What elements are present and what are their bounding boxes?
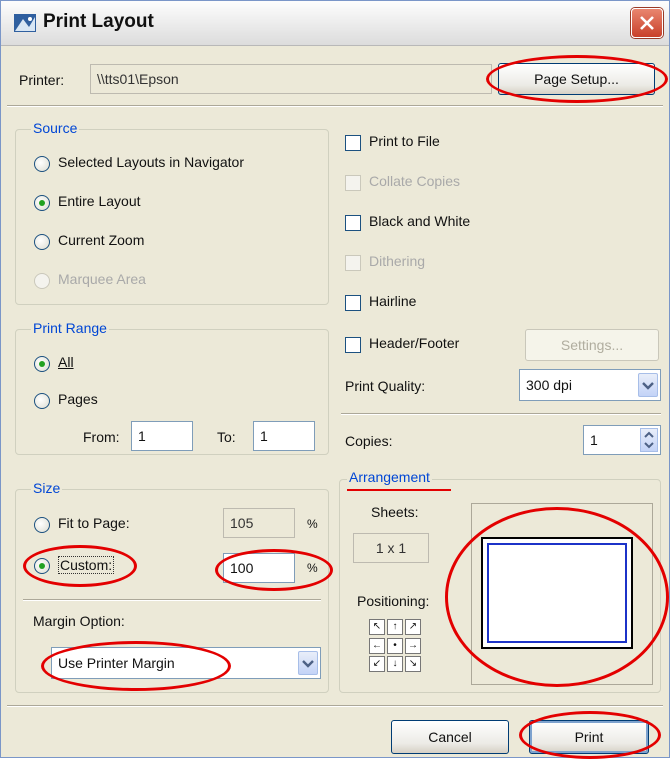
custom-percent-sign: % <box>307 561 318 575</box>
source-legend: Source <box>31 120 80 136</box>
print-range-legend: Print Range <box>31 320 109 336</box>
header-footer-label: Header/Footer <box>369 335 460 351</box>
hairline-label: Hairline <box>369 293 417 309</box>
fit-to-page-value-field: 105 <box>223 508 295 538</box>
margin-option-value: Use Printer Margin <box>58 655 175 671</box>
print-button[interactable]: Print <box>529 720 649 754</box>
radio-fit-to-page[interactable] <box>34 517 50 533</box>
copies-spin-buttons[interactable] <box>640 428 658 452</box>
arrangement-annotation-underline <box>347 489 451 491</box>
sheets-label: Sheets: <box>371 504 419 520</box>
size-legend: Size <box>31 480 63 496</box>
custom-size-label: Custom: <box>58 556 115 574</box>
position-left-button[interactable]: ← <box>369 637 385 654</box>
from-page-input[interactable]: 1 <box>131 421 193 451</box>
source-option-marquee-area: Marquee Area <box>58 271 146 287</box>
to-page-value: 1 <box>260 428 268 444</box>
spin-up-down-icon <box>644 431 654 449</box>
print-quality-select[interactable]: 300 dpi <box>519 369 661 401</box>
settings-button[interactable]: Settings... <box>525 329 659 361</box>
from-label: From: <box>83 429 120 445</box>
copies-label: Copies: <box>345 433 393 449</box>
cancel-button[interactable]: Cancel <box>391 720 509 754</box>
radio-page-range[interactable] <box>34 393 50 409</box>
source-option-selected-layouts: Selected Layouts in Navigator <box>58 154 244 170</box>
from-page-value: 1 <box>138 428 146 444</box>
fit-to-page-label: Fit to Page: <box>58 515 130 531</box>
arrangement-legend: Arrangement <box>347 469 432 485</box>
sheets-value: 1 x 1 <box>375 540 407 556</box>
close-button[interactable] <box>631 8 663 38</box>
position-bottom-button[interactable]: ↓ <box>387 656 403 673</box>
print-quality-value: 300 dpi <box>526 377 572 393</box>
fit-percent-sign: % <box>307 517 318 531</box>
print-to-file-label: Print to File <box>369 133 440 149</box>
print-quality-label: Print Quality: <box>345 378 426 394</box>
top-separator <box>7 105 663 107</box>
position-top-button[interactable]: ↑ <box>387 619 403 635</box>
black-and-white-label: Black and White <box>369 213 471 229</box>
radio-marquee-area[interactable] <box>34 273 50 289</box>
position-bottom-right-button[interactable]: ↘ <box>405 656 421 673</box>
copies-value: 1 <box>590 432 598 448</box>
radio-all-pages[interactable] <box>34 356 50 372</box>
dithering-label: Dithering <box>369 253 426 269</box>
page-setup-button[interactable]: Page Setup... <box>498 63 655 95</box>
collate-copies-label: Collate Copies <box>369 173 461 189</box>
print-range-pages-label: Pages <box>58 391 98 407</box>
source-option-entire-layout: Entire Layout <box>58 193 141 209</box>
quality-separator <box>341 413 661 415</box>
radio-selected-layouts[interactable] <box>34 156 50 172</box>
size-separator <box>23 599 321 601</box>
position-bottom-left-button[interactable]: ↙ <box>369 656 385 673</box>
title-bar: Print Layout <box>1 1 669 46</box>
dithering-checkbox[interactable] <box>345 255 361 271</box>
print-quality-dropdown-button[interactable] <box>638 373 658 397</box>
footer-separator <box>7 705 663 707</box>
position-top-left-button[interactable]: ↖ <box>369 619 385 635</box>
source-option-current-zoom: Current Zoom <box>58 232 145 248</box>
close-icon <box>640 16 654 30</box>
custom-size-value: 100 <box>230 560 254 576</box>
printer-name-value: \\tts01\Epson <box>97 71 179 87</box>
chevron-down-icon <box>302 660 314 668</box>
position-center-button[interactable]: • <box>387 637 403 654</box>
positioning-label: Positioning: <box>357 593 430 609</box>
radio-entire-layout[interactable] <box>34 195 50 211</box>
positioning-grid: ↖ ↑ ↗ ← • → ↙ ↓ ↘ <box>369 619 423 673</box>
to-page-input[interactable]: 1 <box>253 421 315 451</box>
copies-spinner[interactable]: 1 <box>583 425 661 455</box>
position-right-button[interactable]: → <box>405 637 421 654</box>
radio-current-zoom[interactable] <box>34 234 50 250</box>
collate-copies-checkbox[interactable] <box>345 175 361 191</box>
hairline-checkbox[interactable] <box>345 295 361 311</box>
margin-option-select[interactable]: Use Printer Margin <box>51 647 321 679</box>
black-and-white-checkbox[interactable] <box>345 215 361 231</box>
radio-custom-size[interactable] <box>34 558 50 574</box>
to-label: To: <box>217 429 236 445</box>
header-footer-checkbox[interactable] <box>345 337 361 353</box>
dialog-title: Print Layout <box>43 11 154 32</box>
printer-label: Printer: <box>19 72 65 88</box>
print-range-all-label: All <box>58 354 74 370</box>
margin-option-label: Margin Option: <box>33 613 125 629</box>
print-layout-dialog: Print Layout Printer: \\tts01\Epson Page… <box>0 0 670 759</box>
page-preview-printable-area <box>487 543 627 643</box>
chevron-down-icon <box>642 382 654 390</box>
margin-option-dropdown-button[interactable] <box>298 651 318 675</box>
position-top-right-button[interactable]: ↗ <box>405 619 421 635</box>
custom-size-input[interactable]: 100 <box>223 553 295 583</box>
sheets-value-field: 1 x 1 <box>353 533 429 563</box>
print-to-file-checkbox[interactable] <box>345 135 361 151</box>
fit-to-page-value: 105 <box>230 515 254 531</box>
page-preview-sheet <box>481 537 633 649</box>
app-icon <box>13 11 37 35</box>
printer-name-field: \\tts01\Epson <box>90 64 492 94</box>
